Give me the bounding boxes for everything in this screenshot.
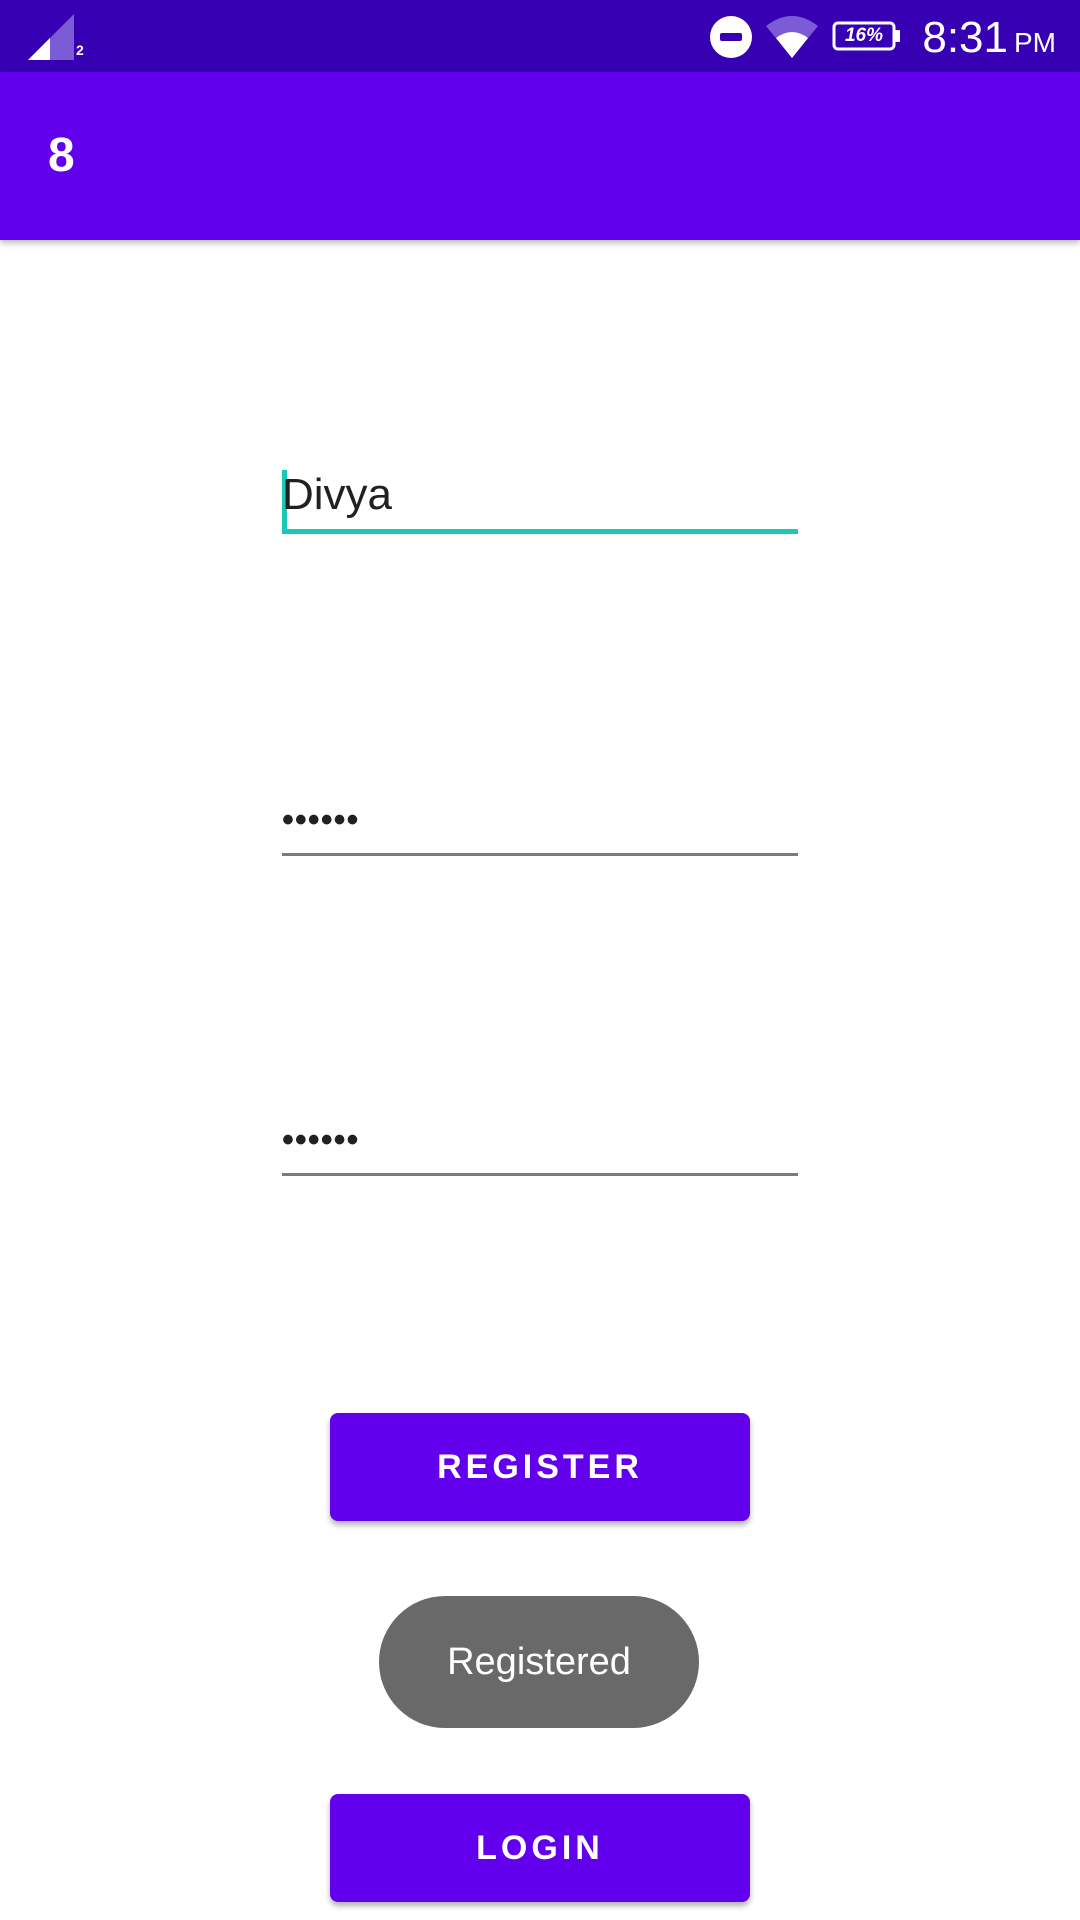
login-button[interactable]: LOGIN: [330, 1794, 750, 1902]
wifi-icon: [766, 16, 818, 58]
sim-indicator: 2: [76, 42, 84, 58]
register-button[interactable]: REGISTER: [330, 1413, 750, 1521]
username-input[interactable]: Divya: [282, 464, 798, 534]
confirm-password-underline: [282, 1173, 798, 1176]
password-value: ••••••: [282, 801, 360, 839]
confirm-password-value: ••••••: [282, 1121, 360, 1159]
username-underline: [282, 529, 798, 534]
password-underline: [282, 853, 798, 856]
username-value: Divya: [282, 470, 393, 519]
battery-percentage: 16%: [844, 25, 884, 46]
clock: 8:31 PM: [922, 8, 1056, 68]
password-input[interactable]: ••••••: [282, 786, 798, 856]
toast-message: Registered: [379, 1596, 699, 1728]
app-bar: 8: [0, 72, 1080, 240]
status-bar: 2 16% 8:31 PM: [0, 0, 1080, 72]
clock-ampm: PM: [1014, 27, 1056, 58]
app-title: 8: [48, 129, 75, 182]
confirm-password-input[interactable]: ••••••: [282, 1106, 798, 1176]
clock-time: 8:31: [922, 13, 1008, 62]
do-not-disturb-icon: [710, 16, 752, 58]
